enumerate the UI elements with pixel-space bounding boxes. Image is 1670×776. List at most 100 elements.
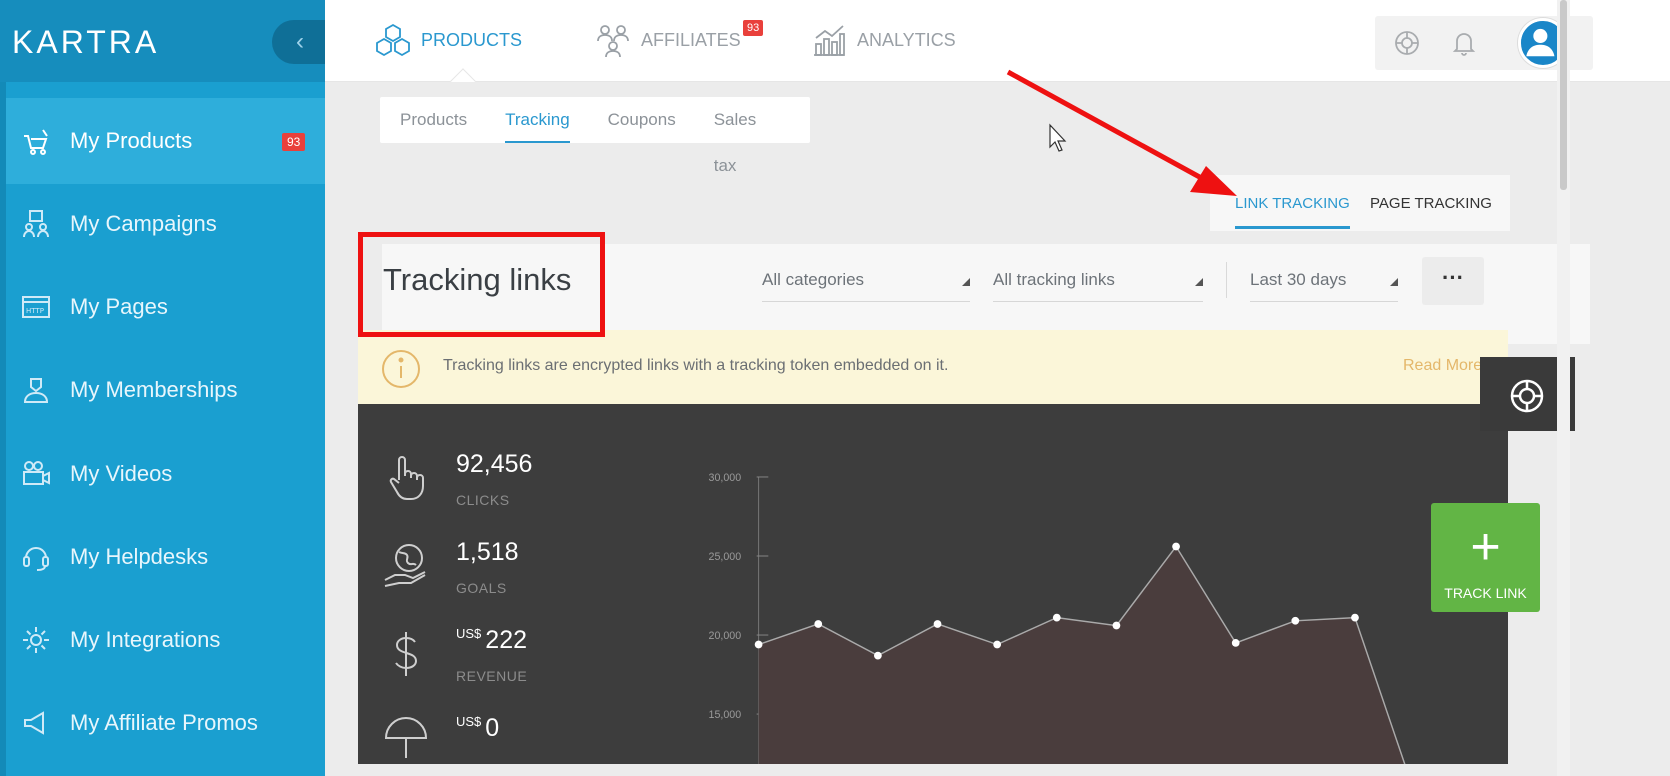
sidebar-item-my-videos[interactable]: My Videos <box>6 431 325 517</box>
chart-y-tick-label: 15,000 <box>709 709 742 721</box>
subtab-tracking[interactable]: Tracking <box>505 97 570 143</box>
sidebar-item-label: My Campaigns <box>70 211 217 236</box>
annotation-highlight-box <box>358 232 605 337</box>
gear-icon <box>18 624 54 656</box>
page-scrollbar[interactable] <box>1557 0 1570 776</box>
nav-products[interactable]: PRODUCTS <box>375 22 522 58</box>
brand-bar: KARTRA ‹ <box>0 0 325 82</box>
revenue-currency: US$ <box>456 626 482 641</box>
caret-down-icon <box>962 278 970 286</box>
nav-products-label: PRODUCTS <box>421 29 523 50</box>
clicks-area-chart: 30,000 25,000 20,000 15,000 <box>709 472 1415 764</box>
pointer-hand-icon <box>389 456 424 500</box>
refunds-currency: US$ <box>456 714 482 729</box>
caret-down-icon <box>1195 278 1203 286</box>
chart-data-point[interactable] <box>754 640 763 649</box>
bell-icon[interactable] <box>1450 29 1478 57</box>
chart-area <box>758 546 1415 764</box>
sidebar-item-my-memberships[interactable]: My Memberships <box>6 347 325 433</box>
kartra-app: KARTRA ‹ My Products 93 My Campaigns HTT… <box>0 0 1670 776</box>
sidebar-item-label: My Integrations <box>70 627 221 652</box>
nav-analytics[interactable]: ANALYTICS <box>811 22 956 58</box>
read-more-link[interactable]: Read More <box>1403 357 1482 375</box>
goals-label: GOALS <box>456 580 507 596</box>
scrollbar-thumb[interactable] <box>1560 0 1567 190</box>
sidebar-item-my-helpdesks[interactable]: My Helpdesks <box>6 514 325 600</box>
stats-panel: 92,456 CLICKS 1,518 GOALS US$ 222 REVENUE… <box>358 404 1508 764</box>
sidebar-item-label: My Videos <box>70 461 173 486</box>
nav-affiliates[interactable]: AFFILIATES 93 <box>595 20 764 58</box>
more-options-button[interactable]: ··· <box>1422 257 1484 305</box>
category-filter-dropdown[interactable]: All categories <box>762 258 970 302</box>
info-text: Tracking links are encrypted links with … <box>443 357 949 374</box>
sidebar-item-label: My Memberships <box>70 377 238 402</box>
clicks-label: CLICKS <box>456 492 510 508</box>
subtab-sales-tax[interactable]: Sales tax <box>714 97 772 175</box>
analytics-icon <box>814 25 845 56</box>
caret-down-icon <box>1390 278 1398 286</box>
top-navigation: PRODUCTS AFFILIATES 93 ANALYTICS <box>325 0 1670 94</box>
nav-affiliates-label: AFFILIATES <box>641 29 741 50</box>
sidebar: KARTRA ‹ My Products 93 My Campaigns HTT… <box>0 0 325 776</box>
revenue-amount: 222 <box>485 626 528 654</box>
tracking-links-filter-dropdown[interactable]: All tracking links <box>993 258 1203 302</box>
chart-data-point[interactable] <box>1291 616 1300 625</box>
chart-data-point[interactable] <box>933 620 942 628</box>
lifebuoy-icon[interactable] <box>1393 29 1421 57</box>
chart-y-tick-label: 25,000 <box>709 551 742 563</box>
subtab-coupons[interactable]: Coupons <box>608 97 676 143</box>
affiliates-count-badge: 93 <box>743 20 764 36</box>
sidebar-item-my-campaigns[interactable]: My Campaigns <box>6 181 325 267</box>
lifebuoy-icon <box>1510 379 1544 413</box>
date-range-value: Last 30 days <box>1250 270 1347 289</box>
stat-refunds: US$ 0 <box>358 708 658 764</box>
date-range-dropdown[interactable]: Last 30 days <box>1250 258 1398 302</box>
tab-link-tracking[interactable]: LINK TRACKING <box>1235 195 1350 229</box>
headset-icon <box>18 541 54 573</box>
filter-divider <box>1226 262 1227 298</box>
refunds-value: US$ 0 <box>456 714 499 743</box>
umbrella-icon <box>384 717 428 758</box>
tracking-type-tabs: LINK TRACKING PAGE TRACKING <box>1210 175 1510 231</box>
sidebar-item-label: My Pages <box>70 294 168 319</box>
stat-revenue: US$ 222 REVENUE <box>358 620 658 710</box>
product-subtabs: Products Tracking Coupons Sales tax <box>380 97 810 175</box>
chart-y-tick-label: 30,000 <box>709 472 742 484</box>
collapse-sidebar-button[interactable]: ‹ <box>272 20 325 64</box>
cart-icon <box>18 125 54 157</box>
revenue-label: REVENUE <box>456 668 528 684</box>
track-link-button[interactable]: + TRACK LINK <box>1431 503 1540 612</box>
chart-data-point[interactable] <box>1231 639 1240 647</box>
sidebar-item-my-products[interactable]: My Products 93 <box>6 98 325 184</box>
products-count-badge: 93 <box>282 133 306 151</box>
category-filter-value: All categories <box>762 270 865 289</box>
affiliates-icon <box>597 25 629 58</box>
svg-text:HTTP: HTTP <box>26 307 44 315</box>
info-banner: Tracking links are encrypted links with … <box>358 330 1508 404</box>
sidebar-item-my-affiliate-promos[interactable]: My Affiliate Promos <box>6 680 325 766</box>
chart-data-point[interactable] <box>993 640 1002 649</box>
memberships-icon <box>18 374 54 406</box>
chart-data-point[interactable] <box>874 651 882 660</box>
info-icon <box>382 350 420 388</box>
chart-data-point[interactable] <box>1172 542 1180 551</box>
chart-data-point[interactable] <box>1112 621 1121 630</box>
goals-value: 1,518 <box>456 538 519 566</box>
tab-page-tracking[interactable]: PAGE TRACKING <box>1370 195 1492 226</box>
subtab-products[interactable]: Products <box>400 97 467 143</box>
http-page-icon: HTTP <box>18 291 54 323</box>
plus-icon: + <box>1470 518 1501 576</box>
refunds-amount: 0 <box>485 714 500 742</box>
stat-goals: 1,518 GOALS <box>358 532 658 622</box>
sidebar-item-my-integrations[interactable]: My Integrations <box>6 597 325 683</box>
megaphone-icon <box>18 707 54 739</box>
globe-hand-icon <box>384 544 426 587</box>
revenue-value: US$ 222 <box>456 626 527 655</box>
sidebar-item-my-pages[interactable]: HTTP My Pages <box>6 264 325 350</box>
campaigns-icon <box>18 208 54 240</box>
chart-data-point[interactable] <box>1052 613 1061 622</box>
dollar-icon <box>395 632 418 676</box>
video-icon <box>18 458 54 490</box>
chart-data-point[interactable] <box>814 620 823 628</box>
chart-data-point[interactable] <box>1351 613 1359 622</box>
